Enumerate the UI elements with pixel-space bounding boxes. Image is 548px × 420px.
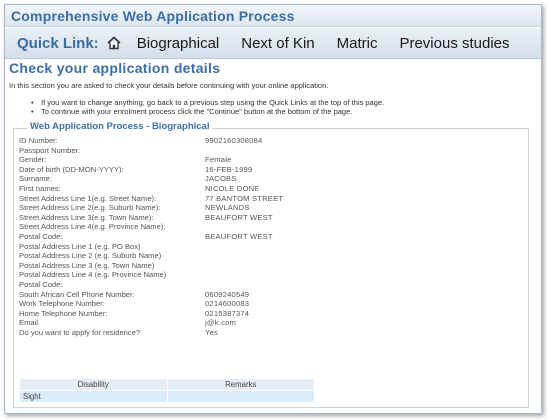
- detail-label: ID Number:: [19, 136, 58, 145]
- detail-label: Postal Code:: [19, 231, 63, 241]
- detail-label: South African Cell Phone Number:: [19, 289, 135, 299]
- column-header-remarks: Remarks: [166, 378, 315, 391]
- detail-label: Work Telephone Number:: [19, 299, 105, 309]
- detail-row: Gender: Female: [19, 155, 329, 165]
- detail-value: BEAUFORT WEST: [205, 212, 273, 222]
- quick-link-previous-studies[interactable]: Previous studies: [399, 35, 509, 52]
- detail-label: Postal Address Line 1 (e.g. PO Box): [19, 241, 141, 251]
- quick-link-label: Quick Link:: [17, 34, 99, 52]
- section-legend: Web Application Process - Biographical: [27, 121, 213, 132]
- detail-label: Gender:: [19, 155, 47, 165]
- detail-value: 16-FEB-1999: [205, 164, 253, 174]
- detail-label: Email: [19, 318, 38, 328]
- detail-value: 0214600083: [205, 299, 250, 309]
- app-title: Comprehensive Web Application Process: [5, 5, 541, 27]
- detail-row: Street Address Line 3(e.g. Town Name): BE…: [19, 213, 329, 223]
- detail-row: Postal Address Line 3 (e.g. Town Name): [19, 261, 329, 271]
- table-header-row: Disability Remarks: [19, 378, 315, 391]
- detail-label: Street Address Line 1(e.g. Street Name):: [19, 193, 157, 203]
- detail-row: Surname: JACOBS: [19, 174, 329, 184]
- home-icon[interactable]: [107, 36, 121, 50]
- quick-link-biographical[interactable]: Biographical: [137, 35, 220, 52]
- detail-value: Yes: [205, 327, 218, 337]
- detail-label: Passport Number:: [19, 145, 81, 155]
- detail-value: j@k.com: [205, 318, 237, 328]
- detail-row: Postal Code: BEAUFORT WEST: [19, 232, 329, 242]
- detail-row: Street Address Line 1(e.g. Street Name):…: [19, 194, 329, 204]
- detail-row: Date of birth (DD-MON-YYYY): 16-FEB-1999: [19, 165, 329, 175]
- detail-row: South African Cell Phone Number: 06092405…: [19, 290, 329, 300]
- table-row: Sight: [19, 390, 315, 403]
- detail-label: Street Address Line 4(e.g. Province Name…: [19, 222, 166, 232]
- quick-link-next-of-kin[interactable]: Next of Kin: [241, 35, 314, 52]
- detail-label: Street Address Line 3(e.g. Town Name):: [19, 212, 154, 222]
- detail-value: 0215387374: [205, 308, 250, 318]
- intro-text: In this section you are asked to check y…: [9, 81, 329, 90]
- detail-row: Postal Address Line 2 (e.g. Suburb Name): [19, 251, 329, 261]
- detail-row: Email j@k.com: [19, 318, 329, 328]
- detail-row: Do you want to apply for residence? Yes: [19, 328, 329, 338]
- details-list: ID Number: 9902160308084 Passport Number:…: [19, 136, 329, 337]
- detail-row: First names: NICOLE DONE: [19, 184, 329, 194]
- instruction-item: If you want to change anything, go back …: [31, 98, 384, 107]
- page-title: Check your application details: [9, 60, 221, 76]
- detail-row: Postal Address Line 1 (e.g. PO Box): [19, 242, 329, 252]
- detail-value: JACOBS: [205, 174, 237, 184]
- detail-value: BEAUFORT WEST: [205, 231, 273, 241]
- detail-row: Street Address Line 4(e.g. Province Name…: [19, 222, 329, 232]
- instruction-item: To continue with your enrolment process …: [31, 107, 384, 116]
- column-header-disability: Disability: [19, 378, 168, 391]
- detail-label: Street Address Line 2(e.g. Suburb Name):: [19, 203, 161, 213]
- detail-value: Female: [205, 155, 232, 165]
- detail-label: Date of birth (DD-MON-YYYY):: [19, 164, 124, 174]
- detail-value: 9902160308084: [205, 136, 263, 145]
- detail-row: Work Telephone Number: 0214600083: [19, 299, 329, 309]
- detail-value: NEWLANDS: [205, 203, 250, 213]
- detail-row: Postal Code:: [19, 280, 329, 290]
- detail-row: Passport Number:: [19, 146, 329, 156]
- detail-row: Postal Address Line 4 (e.g. Province Nam…: [19, 270, 329, 280]
- detail-label: Postal Address Line 4 (e.g. Province Nam…: [19, 270, 167, 280]
- detail-label: Surname:: [19, 174, 52, 184]
- detail-row: Street Address Line 2(e.g. Suburb Name):…: [19, 203, 329, 213]
- application-window: Comprehensive Web Application Process Qu…: [4, 4, 542, 414]
- detail-value: 0609240549: [205, 289, 250, 299]
- detail-label: First names:: [19, 183, 61, 193]
- detail-row: ID Number: 9902160308084: [19, 136, 329, 146]
- quick-links-bar: Quick Link: Biographical Next of Kin Mat…: [5, 28, 541, 59]
- detail-label: Postal Address Line 2 (e.g. Suburb Name): [19, 251, 162, 261]
- detail-label: Do you want to apply for residence?: [19, 327, 141, 337]
- detail-row: Home Telephone Number: 0215387374: [19, 309, 329, 319]
- disability-cell: Sight: [19, 390, 168, 403]
- disability-table: Disability Remarks Sight: [19, 378, 315, 403]
- detail-label: Postal Code:: [19, 279, 63, 289]
- instructions-list: If you want to change anything, go back …: [31, 98, 384, 116]
- detail-value: NICOLE DONE: [205, 183, 260, 193]
- detail-value: 77 BANTOM STREET: [205, 193, 284, 203]
- detail-label: Postal Address Line 3 (e.g. Town Name): [19, 260, 155, 270]
- quick-link-matric[interactable]: Matric: [337, 35, 378, 52]
- remarks-cell: [166, 390, 315, 403]
- detail-label: Home Telephone Number:: [19, 308, 108, 318]
